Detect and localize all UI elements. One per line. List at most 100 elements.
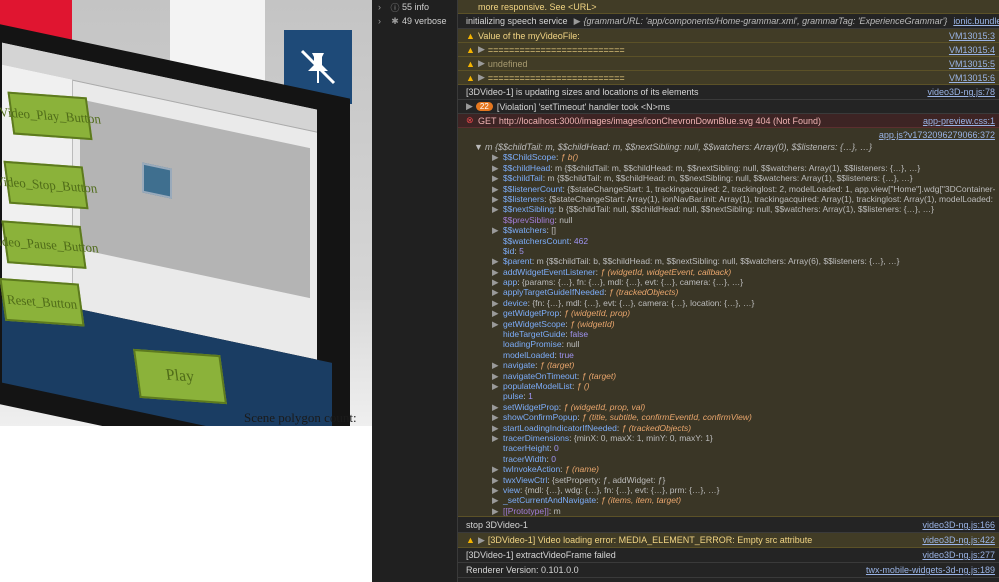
source-link[interactable]: VM13015:4 [943, 45, 995, 55]
sidebar-item-info[interactable]: › ⓘ 55 info [372, 0, 457, 14]
property-row[interactable]: ▶ getWidgetProp: ƒ (widgetId, prop) [466, 308, 995, 318]
expand-triangle-icon[interactable]: ▶ [492, 319, 500, 329]
console-message[interactable]: ▲ ▶ [3DVideo-1] Video loading error: MED… [458, 533, 999, 549]
video-play-button[interactable]: Video_Play_Button [0, 91, 102, 141]
console-message[interactable]: ▲ ▶ ========================== VM13015:4 [458, 43, 999, 57]
console-message[interactable]: ▲ Value of the myVideoFile: VM13015:3 [458, 29, 999, 43]
property-row[interactable]: ▶ view: {mdl: {…}, wdg: {…}, fn: {…}, evt… [466, 485, 995, 495]
property-row[interactable]: ▶ addWidgetEventListener: ƒ (widgetId, wi… [466, 267, 995, 277]
expand-triangle-icon[interactable]: ▶ [492, 433, 500, 443]
property-row[interactable]: ▶ $$childTail: m {$$childTail: m, $$child… [466, 173, 995, 183]
expand-triangle-icon[interactable]: ▶ [478, 44, 485, 55]
console-message[interactable]: [3DVideo-1] is updating sizes and locati… [458, 85, 999, 100]
console-message[interactable]: initializing speech service ▶ {grammarUR… [458, 14, 999, 29]
object-summary[interactable]: ▼ m {$$childTail: m, $$childHead: m, $$ne… [458, 142, 999, 152]
property-row[interactable]: ▶ $$watchers: [] [466, 225, 995, 235]
console-message[interactable]: ▶ 22 [Violation] 'setTimeout' handler to… [458, 100, 999, 114]
source-link[interactable]: app-preview.css:1 [917, 116, 995, 126]
console-message[interactable]: stop 3DVideo-1 video3D-ng.js:166 [458, 518, 999, 534]
expand-triangle-icon[interactable]: ▶ [492, 475, 500, 485]
expand-triangle-icon[interactable]: ▶ [492, 267, 500, 277]
reset-button[interactable]: Reset_Button [0, 277, 85, 327]
property-row[interactable]: ▶ populateModelList: ƒ () [466, 381, 995, 391]
property-row[interactable]: ▶ _setCurrentAndNavigate: ƒ (items, item,… [466, 495, 995, 505]
expand-triangle-icon[interactable]: ▶ [492, 381, 500, 391]
expand-triangle-icon[interactable]: ▶ [492, 256, 500, 266]
property-row[interactable]: ▶ app: {params: {…}, fn: {…}, mdl: {…}, e… [466, 277, 995, 287]
message-text: initializing speech service [466, 16, 568, 26]
console-message[interactable]: more responsive. See <URL> [458, 0, 999, 14]
source-link[interactable]: VM13015:6 [943, 73, 995, 83]
expand-triangle-icon[interactable]: ▶ [492, 495, 500, 505]
message-text: undefined [487, 58, 528, 69]
property-row[interactable]: ▶ twInvokeAction: ƒ (name) [466, 464, 995, 474]
expand-triangle-icon[interactable]: ▶ [492, 163, 500, 173]
expand-triangle-icon[interactable]: ▶ [492, 371, 500, 381]
expand-triangle-icon[interactable]: ▶ [492, 506, 500, 516]
expand-triangle-icon[interactable]: ▶ [492, 423, 500, 433]
source-link[interactable]: twx-mobile-widgets-3d-ng.js:189 [860, 565, 995, 575]
source-link[interactable]: VM13015:3 [943, 31, 995, 41]
property-row[interactable]: ▶ $$ChildScope: ƒ b() [466, 152, 995, 162]
property-row[interactable]: ▶ $$nextSibling: b {$$childTail: null, $$… [466, 204, 995, 214]
console-message[interactable]: [3DVideo-1] extractVideoFrame failed vid… [458, 548, 999, 564]
collapse-triangle-icon[interactable]: ▼ [474, 142, 483, 152]
property-row[interactable]: ▶ device: {fn: {…}, mdl: {…}, evt: {…}, c… [466, 298, 995, 308]
console-message[interactable]: ⊗ GET http://localhost:3000/images/image… [458, 114, 999, 128]
source-link[interactable]: video3D-ng.js:277 [916, 550, 995, 560]
property-row[interactable]: ▶ [[Prototype]]: m [466, 506, 995, 516]
source-link[interactable]: ionic.bundle.min.js:150 [947, 16, 999, 26]
expand-triangle-icon[interactable]: ▶ [478, 535, 485, 546]
console-message[interactable]: ▲ ▶ ========================== VM13015:6 [458, 71, 999, 85]
property-row[interactable]: ▶ $$listeners: {$stateChangeStart: Array(… [466, 194, 995, 204]
property-row[interactable]: ▶ showConfirmPopup: ƒ (title, subtitle, c… [466, 412, 995, 422]
expand-triangle-icon[interactable]: ▶ [492, 298, 500, 308]
source-link[interactable]: app.js?v1732096279066:372 [873, 130, 995, 140]
expand-triangle-icon[interactable]: ▶ [478, 58, 485, 69]
expand-triangle-icon[interactable]: ▶ [492, 360, 500, 370]
property-value: m {$$childTail: m, $$childHead: m, $$nex… [547, 173, 913, 184]
source-link[interactable]: VM13015:5 [943, 59, 995, 69]
property-row[interactable]: ▶ getWidgetScope: ƒ (widgetId) [466, 319, 995, 329]
expand-triangle-icon[interactable]: ▶ [492, 173, 500, 183]
property-row[interactable]: ▶ navigateOnTimeout: ƒ (target) [466, 371, 995, 381]
3d-viewport[interactable]: Video_Play_Button Video_Stop_Button Vide… [0, 0, 372, 426]
message-text: [3DVideo-1] is updating sizes and locati… [466, 87, 699, 97]
expand-triangle-icon[interactable]: ▶ [492, 402, 500, 412]
source-link[interactable]: video3D-ng.js:78 [921, 87, 995, 97]
source-link[interactable]: video3D-ng.js:166 [916, 520, 995, 530]
expand-triangle-icon[interactable]: ▶ [492, 464, 500, 474]
property-row[interactable]: ▶ setWidgetProp: ƒ (widgetId, prop, val) [466, 402, 995, 412]
console-message[interactable]: ▲ ▶ undefined VM13015:5 [458, 57, 999, 71]
expand-triangle-icon[interactable]: ▶ [492, 412, 500, 422]
property-row[interactable]: ▶ applyTargetGuideIfNeeded: ƒ (trackedObj… [466, 287, 995, 297]
video-pause-button[interactable]: Video_Pause_Button [0, 220, 99, 269]
expand-triangle-icon[interactable]: ▶ [492, 485, 500, 495]
expand-triangle-icon[interactable]: ▶ [492, 287, 500, 297]
expand-triangle-icon[interactable]: ▶ [492, 308, 500, 318]
video-stop-button[interactable]: Video_Stop_Button [0, 160, 98, 210]
property-row[interactable]: ▶ tracerDimensions: {minX: 0, maxX: 1, mi… [466, 433, 995, 443]
expand-triangle-icon[interactable]: ▶ [492, 277, 500, 287]
expand-triangle-icon[interactable]: ▶ [492, 225, 500, 235]
property-row[interactable]: ▶ navigate: ƒ (target) [466, 360, 995, 370]
property-value: ƒ (widgetId, prop) [563, 308, 631, 319]
source-link[interactable]: video3D-ng.js:422 [916, 535, 995, 545]
expand-triangle-icon[interactable]: ▶ [492, 152, 500, 162]
property-row[interactable]: ▶ $$childHead: m {$$childTail: m, $$child… [466, 163, 995, 173]
play-button[interactable]: Play [133, 348, 227, 405]
expand-triangle-icon[interactable]: ▶ [466, 101, 473, 112]
expand-triangle-icon[interactable]: ▶ [574, 16, 581, 27]
property-row[interactable]: ▶ twxViewCtrl: {setProperty: ƒ, addWidget… [466, 475, 995, 485]
property-row[interactable]: ▶ $$listenerCount: {$stateChangeStart: 1,… [466, 184, 995, 194]
property-key: addWidgetEventListener [503, 266, 596, 277]
console-message[interactable]: Renderer Version: 0.101.0.0 twx-mobile-w… [458, 563, 999, 579]
sidebar-item-verbose[interactable]: › ✱ 49 verbose [372, 14, 457, 28]
property-row[interactable]: ▶ startLoadingIndicatorIfNeeded: ƒ (track… [466, 423, 995, 433]
expand-triangle-icon[interactable]: ▶ [492, 184, 500, 194]
expand-triangle-icon[interactable]: ▶ [492, 194, 500, 204]
expand-triangle-icon[interactable]: ▶ [492, 204, 500, 214]
property-row[interactable]: ▶ $parent: m {$$childTail: b, $$childHead… [466, 256, 995, 266]
property-value: null [559, 214, 573, 225]
expand-triangle-icon[interactable]: ▶ [478, 72, 485, 83]
